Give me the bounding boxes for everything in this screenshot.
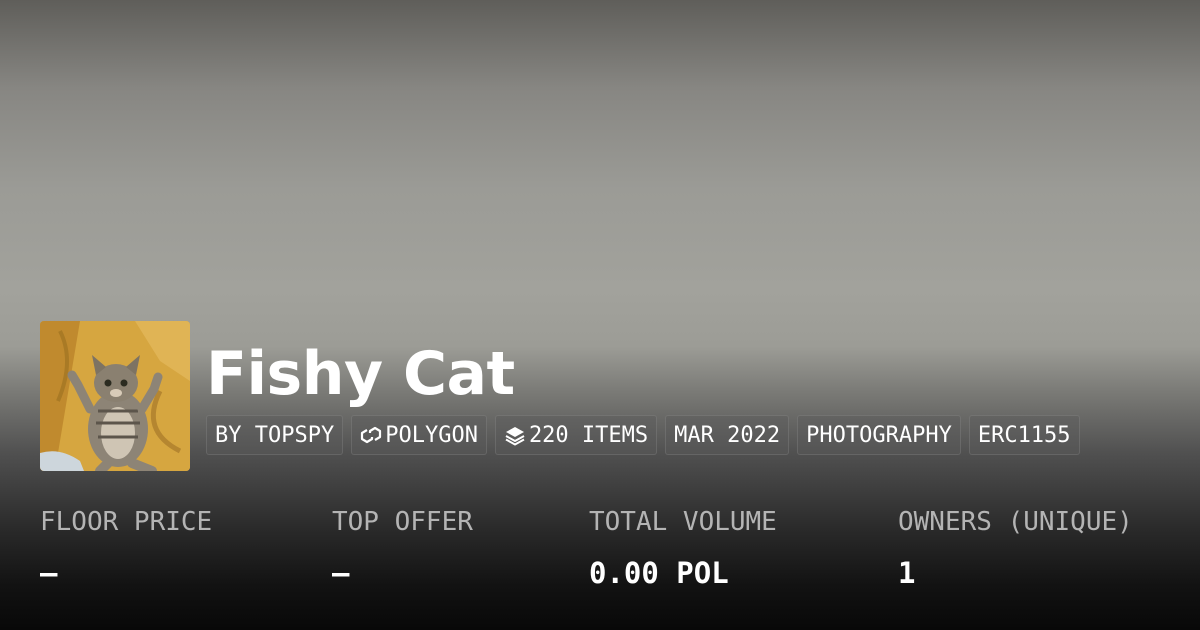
items-tag[interactable]: 220 ITEMS: [494, 415, 658, 455]
collection-avatar: [40, 321, 190, 471]
creator-tag[interactable]: BY TOPSPY: [206, 415, 344, 455]
total-volume-value: 0.00 POL: [589, 556, 729, 590]
owners-label: OWNERS (UNIQUE): [898, 507, 1133, 537]
floor-price-label: FLOOR PRICE: [40, 507, 213, 537]
floor-price-value: –: [40, 556, 58, 590]
top-offer-value: –: [332, 556, 350, 590]
category-tag[interactable]: PHOTOGRAPHY: [797, 415, 961, 455]
chain-tag[interactable]: POLYGON: [351, 415, 487, 455]
collection-title: Fishy Cat: [206, 339, 515, 409]
category-tag-label: PHOTOGRAPHY: [806, 422, 952, 448]
creator-tag-label: BY TOPSPY: [215, 422, 335, 448]
date-tag: MAR 2022: [665, 415, 790, 455]
top-offer-stat: TOP OFFER –: [332, 505, 473, 590]
total-volume-stat: TOTAL VOLUME 0.00 POL: [589, 505, 777, 590]
kitten-photo: [40, 321, 190, 471]
standard-tag: ERC1155: [968, 415, 1080, 455]
top-offer-label: TOP OFFER: [332, 507, 473, 537]
date-tag-label: MAR 2022: [674, 422, 781, 448]
polygon-chain-icon: [361, 426, 382, 444]
chain-tag-label: POLYGON: [385, 422, 478, 448]
floor-price-stat: FLOOR PRICE –: [40, 505, 212, 590]
standard-tag-label: ERC1155: [977, 422, 1071, 448]
owners-stat: OWNERS (UNIQUE) 1: [898, 505, 1133, 590]
layers-icon: [505, 427, 525, 446]
total-volume-label: TOTAL VOLUME: [589, 507, 777, 537]
items-tag-label: 220 ITEMS: [528, 422, 649, 448]
owners-value: 1: [898, 556, 916, 590]
collection-tags: BY TOPSPY POLYGON 220 ITEMS MAR 2022 PHO…: [206, 415, 1080, 455]
